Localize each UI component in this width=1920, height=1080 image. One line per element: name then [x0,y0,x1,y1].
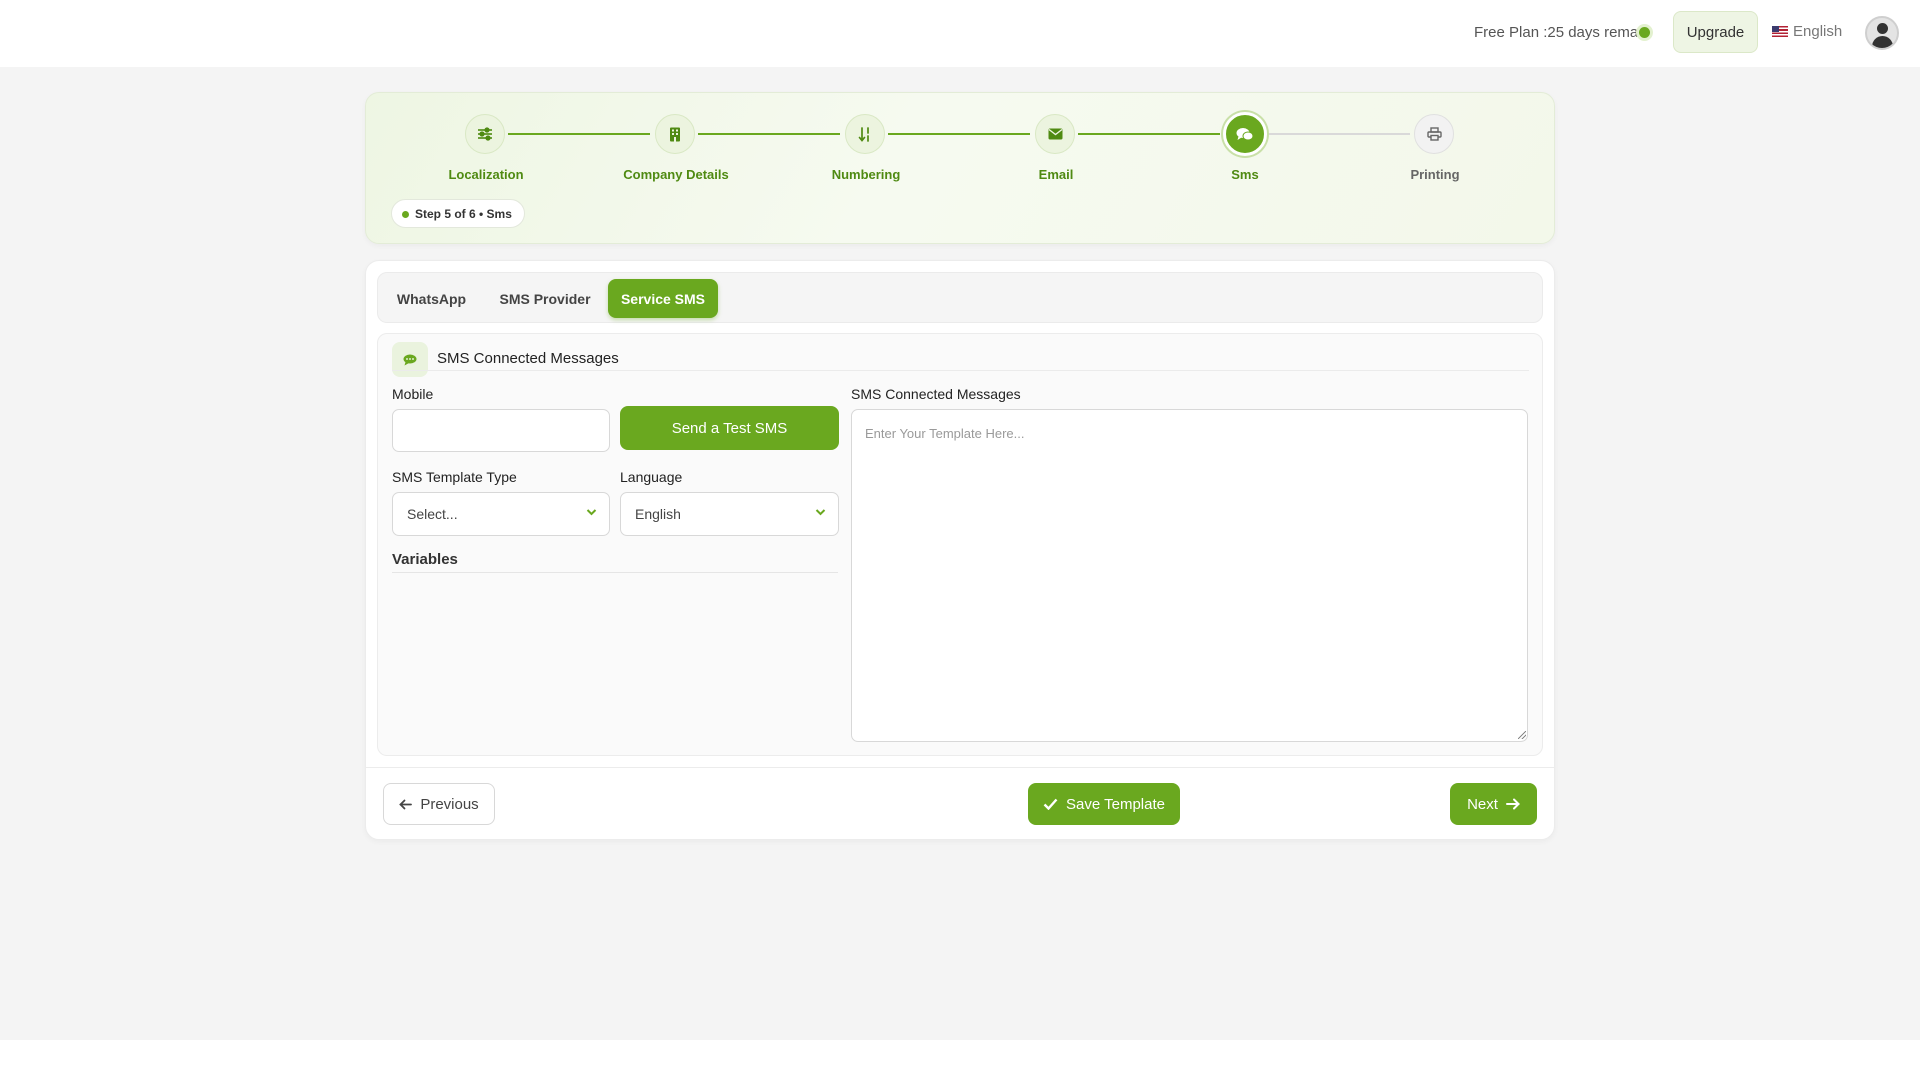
language-value: English [635,506,681,522]
building-icon [670,127,680,141]
bottom-strip [0,1040,1920,1080]
message-template-textarea[interactable]: Enter Your Template Here... [851,409,1528,742]
sort-numbers-icon [858,126,869,142]
envelope-icon [1048,128,1062,140]
step-connector [698,133,840,135]
next-label: Next [1467,795,1498,813]
chat-bubbles-icon [1236,127,1254,140]
step-connector [1078,133,1220,135]
step-progress-badge: Step 5 of 6 • Sms [391,199,525,228]
message-template-label: SMS Connected Messages [851,386,1021,402]
step-label-numbering: Numbering [831,167,901,182]
printer-icon [1426,127,1442,141]
sliders-icon [478,127,492,141]
us-flag-icon [1772,26,1788,37]
language-select[interactable]: English [620,492,839,536]
template-type-label: SMS Template Type [392,469,517,485]
step-connector [1268,133,1410,135]
step-localization[interactable] [465,114,505,154]
variables-divider [392,572,838,573]
step-label-email: Email [1038,167,1074,182]
step-connector [888,133,1030,135]
resize-grip-icon[interactable] [1518,731,1526,739]
step-numbering[interactable] [845,114,885,154]
step-label-sms: Sms [1231,167,1259,182]
send-test-sms-button[interactable]: Send a Test SMS [620,406,839,450]
user-icon-body [1872,36,1893,48]
template-type-select[interactable]: Select... [392,492,610,536]
step-label-company-details: Company Details [623,167,729,182]
step-printing[interactable] [1414,114,1454,154]
upgrade-button[interactable]: Upgrade [1673,11,1758,53]
plan-status-text: Free Plan :25 days remain [1474,24,1650,41]
language-switcher[interactable]: English [1772,23,1842,40]
step-connector [508,133,650,135]
language-field-label: Language [620,469,683,485]
chat-icon [403,354,417,365]
arrow-left-icon [399,799,413,809]
template-type-value: Select... [407,506,458,522]
chevron-down-icon [586,509,597,516]
previous-label: Previous [420,795,479,813]
language-label: English [1793,23,1843,40]
step-sms[interactable] [1223,112,1267,156]
section-divider [392,370,1529,371]
step-company-details[interactable] [655,114,695,154]
tab-sms-provider[interactable]: SMS Provider [489,279,601,318]
mobile-input[interactable] [392,409,610,452]
footer-divider [366,767,1554,768]
top-header: Free Plan :25 days remain Upgrade Englis… [0,0,1920,67]
step-label-localization: Localization [448,167,524,182]
check-icon [1043,798,1058,810]
next-button[interactable]: Next [1450,783,1537,825]
previous-button[interactable]: Previous [383,783,495,825]
step-label-printing: Printing [1410,167,1460,182]
save-template-button[interactable]: Save Template [1028,783,1180,825]
tab-whatsapp[interactable]: WhatsApp [389,279,474,318]
save-template-label: Save Template [1066,795,1165,813]
user-icon [1877,23,1888,34]
step-email[interactable] [1035,114,1075,154]
variables-heading: Variables [392,551,458,568]
section-icon-wrap [392,342,428,377]
mobile-label: Mobile [392,386,434,402]
plan-status-dot [1639,27,1650,38]
section-title: SMS Connected Messages [437,350,619,367]
tab-service-sms[interactable]: Service SMS [608,279,718,318]
user-avatar[interactable] [1865,16,1899,50]
arrow-right-icon [1505,798,1520,810]
chevron-down-icon [815,509,826,516]
